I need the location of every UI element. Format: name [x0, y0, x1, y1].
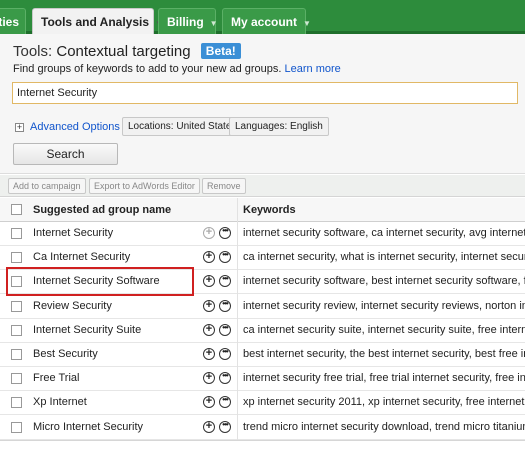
more-options-icon[interactable]: •••: [219, 421, 231, 433]
advanced-options-toggle[interactable]: + Advanced Options: [15, 121, 120, 133]
languages-chip[interactable]: Languages: English: [229, 117, 329, 136]
page-subtitle: Find groups of keywords to add to your n…: [13, 63, 341, 75]
chevron-down-icon[interactable]: ▼: [210, 19, 218, 28]
add-plus-icon[interactable]: +: [203, 372, 215, 384]
add-plus-icon[interactable]: +: [203, 421, 215, 433]
subtitle-text: Find groups of keywords to add to your n…: [13, 63, 282, 75]
row-checkbox[interactable]: [11, 422, 22, 433]
keywords-cell: ca internet security, what is internet s…: [243, 251, 525, 263]
row-checkbox[interactable]: [11, 228, 22, 239]
results-table-header: Suggested ad group name Keywords: [0, 198, 525, 222]
column-header-keywords[interactable]: Keywords: [243, 204, 296, 216]
more-options-icon[interactable]: •••: [219, 396, 231, 408]
ad-group-name: Internet Security: [33, 227, 114, 239]
learn-more-link[interactable]: Learn more: [285, 63, 341, 75]
top-nav: ities Tools and Analysis▼ Billing▼ My ac…: [0, 0, 525, 35]
tab-label: Billing: [167, 15, 204, 29]
tab-tools-and-analysis[interactable]: Tools and Analysis▼: [32, 8, 163, 35]
table-row: Internet Security + ••• internet security s…: [0, 222, 525, 246]
keyword-search-input[interactable]: [12, 82, 518, 104]
column-divider: [237, 198, 238, 451]
tab-label: Tools and Analysis: [41, 15, 150, 29]
table-row: Review Security + ••• internet security rev…: [0, 295, 525, 319]
ad-group-name: Ca Internet Security: [33, 251, 131, 263]
add-plus-icon[interactable]: +: [203, 275, 215, 287]
select-all-checkbox[interactable]: [11, 204, 22, 215]
table-row: Best Security + ••• best internet security,…: [0, 343, 525, 367]
keywords-cell: trend micro internet security download, …: [243, 421, 525, 433]
chevron-down-icon[interactable]: ▼: [303, 19, 311, 28]
page-title: Tools: Contextual targeting Beta!: [13, 43, 241, 60]
add-plus-icon[interactable]: +: [203, 300, 215, 312]
keywords-cell: best internet security, the best interne…: [243, 348, 525, 360]
more-options-icon[interactable]: •••: [219, 227, 231, 239]
tab-my-account[interactable]: My account ▼: [222, 8, 311, 34]
ad-group-name: Best Security: [33, 348, 98, 360]
tab-billing[interactable]: Billing ▼: [158, 8, 218, 34]
keywords-cell: xp internet security 2011, xp internet s…: [243, 396, 525, 408]
title-lead: Tools:: [13, 43, 53, 60]
column-header-ad-group-name[interactable]: Suggested ad group name: [33, 204, 171, 216]
highlight-box: [6, 267, 194, 296]
row-checkbox[interactable]: [11, 252, 22, 263]
row-checkbox[interactable]: [11, 397, 22, 408]
add-plus-icon[interactable]: +: [203, 348, 215, 360]
keywords-cell: internet security software, best interne…: [243, 275, 525, 287]
add-plus-icon[interactable]: +: [203, 396, 215, 408]
expand-plus-icon: +: [15, 121, 24, 132]
add-to-campaign-button[interactable]: Add to campaign: [8, 178, 86, 194]
export-to-adwords-editor-button[interactable]: Export to AdWords Editor: [89, 178, 200, 194]
keywords-cell: internet security free trial, free trial…: [243, 372, 525, 384]
add-plus-icon[interactable]: +: [203, 227, 215, 239]
tool-header-panel: Tools: Contextual targeting Beta! Find g…: [0, 34, 525, 174]
more-options-icon[interactable]: •••: [219, 251, 231, 263]
table-row: Internet Security Suite + ••• ca internet s…: [0, 319, 525, 343]
table-row: Xp Internet + ••• xp internet security 2011…: [0, 391, 525, 415]
row-checkbox[interactable]: [11, 325, 22, 336]
ad-group-name: Micro Internet Security: [33, 421, 144, 433]
search-button[interactable]: Search: [13, 143, 118, 165]
ad-group-name: Free Trial: [33, 372, 80, 384]
more-options-icon[interactable]: •••: [219, 372, 231, 384]
ad-group-name: Xp Internet: [33, 396, 87, 408]
table-row: Free Trial + ••• internet security free tri…: [0, 367, 525, 391]
tab-label: My account: [231, 15, 298, 29]
row-checkbox[interactable]: [11, 373, 22, 384]
ad-group-name: Review Security: [33, 300, 112, 312]
table-row: Micro Internet Security + ••• trend micro i…: [0, 416, 525, 440]
add-plus-icon[interactable]: +: [203, 324, 215, 336]
table-footer: [0, 440, 525, 451]
tab-opportunities[interactable]: ities: [0, 8, 26, 34]
beta-badge: Beta!: [200, 43, 241, 59]
more-options-icon[interactable]: •••: [219, 324, 231, 336]
locations-chip[interactable]: Locations: United States: [122, 117, 243, 136]
keywords-cell: internet security review, internet secur…: [243, 300, 525, 312]
title-text: Contextual targeting: [56, 43, 191, 60]
remove-button[interactable]: Remove: [202, 178, 246, 194]
keywords-cell: internet security software, ca internet …: [243, 227, 525, 239]
row-checkbox[interactable]: [11, 349, 22, 360]
ad-group-name: Internet Security Suite: [33, 324, 142, 336]
more-options-icon[interactable]: •••: [219, 348, 231, 360]
add-plus-icon[interactable]: +: [203, 251, 215, 263]
advanced-options-label: Advanced Options: [30, 121, 120, 133]
row-checkbox[interactable]: [11, 301, 22, 312]
results-toolbar: Add to campaign Export to AdWords Editor…: [0, 175, 525, 197]
keywords-cell: ca internet security suite, internet sec…: [243, 324, 525, 336]
tab-label: ities: [0, 15, 20, 29]
more-options-icon[interactable]: •••: [219, 275, 231, 287]
more-options-icon[interactable]: •••: [219, 300, 231, 312]
